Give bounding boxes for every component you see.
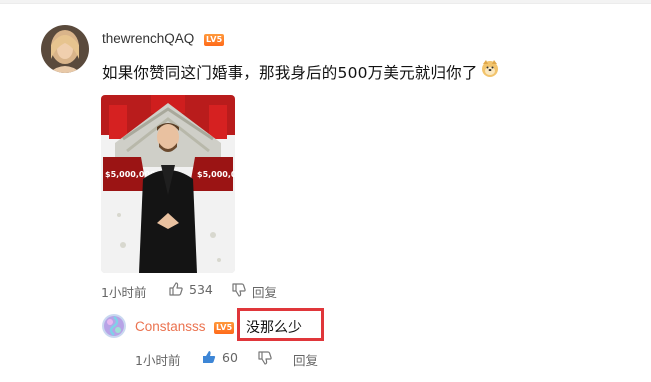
reply-time: 1小时前 bbox=[135, 353, 181, 368]
reply-username[interactable]: Constansss bbox=[135, 319, 206, 334]
reply-text: 没那么少 bbox=[246, 320, 302, 336]
top-divider bbox=[0, 0, 651, 4]
reply-level-badge: LV5 bbox=[214, 322, 235, 334]
reply-reply-button[interactable]: 回复 bbox=[293, 350, 318, 369]
reply-thumbs-down-icon[interactable] bbox=[257, 350, 273, 366]
comment-time: 1小时前 bbox=[101, 285, 147, 300]
thumbs-up-icon[interactable] bbox=[168, 281, 184, 297]
thumbs-down-icon[interactable] bbox=[231, 282, 247, 298]
reply-avatar-image bbox=[102, 314, 126, 338]
level-badge: LV5 bbox=[204, 34, 225, 46]
comment-text: 如果你赞同这门婚事，那我身后的500万美元就归你了 bbox=[102, 64, 478, 82]
user-avatar[interactable] bbox=[41, 25, 89, 73]
comment-username[interactable]: thewrenchQAQ bbox=[102, 31, 194, 46]
comment-image[interactable]: $5,000,000 $5,000,000 bbox=[101, 95, 235, 273]
doge-emoji-icon bbox=[482, 60, 498, 77]
comment-like-count: 534 bbox=[189, 282, 213, 297]
thumbs-up-filled-icon[interactable] bbox=[201, 349, 217, 365]
photo-label-right: $5,000,000 bbox=[197, 170, 235, 179]
comment-reply-button[interactable]: 回复 bbox=[252, 282, 277, 301]
avatar-image bbox=[41, 25, 89, 73]
comment-meta-row: 1小时前 534 回复 bbox=[101, 281, 321, 301]
comment-image-graphic: $5,000,000 $5,000,000 bbox=[101, 95, 235, 273]
reply-meta-row: 1小时前 60 回复 bbox=[135, 349, 355, 369]
reply-user-avatar[interactable] bbox=[102, 314, 126, 338]
reply-like-count: 60 bbox=[222, 350, 238, 365]
